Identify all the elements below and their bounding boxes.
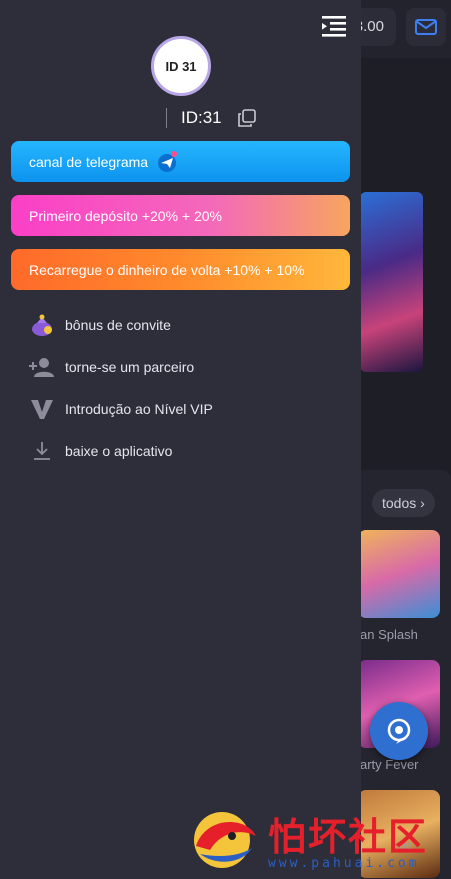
recharge-cashback-button[interactable]: Recarregue o dinheiro de volta +10% + 10… — [11, 249, 350, 290]
add-user-icon — [29, 354, 55, 380]
menu-label: baixe o aplicativo — [65, 443, 173, 459]
collapse-menu-button[interactable] — [320, 14, 348, 38]
first-deposit-bonus-button[interactable]: Primeiro depósito +20% + 20% — [11, 195, 350, 236]
menu-item-download-app[interactable]: baixe o aplicativo — [29, 437, 172, 465]
watermark-url: www.pahuai.com — [268, 856, 420, 871]
game-card[interactable] — [358, 530, 440, 618]
support-chat-button[interactable] — [370, 702, 428, 760]
avatar-text: ID 31 — [165, 58, 197, 74]
side-drawer: ID 31 ID:31 canal de telegrama Primeiro … — [0, 0, 361, 879]
vip-icon — [29, 396, 55, 422]
chevron-right-icon: › — [416, 495, 425, 511]
copy-icon[interactable] — [237, 109, 256, 127]
promo-banner[interactable] — [360, 192, 423, 372]
watermark-text: 怕坏社区 — [268, 815, 429, 859]
deposit-label: Primeiro depósito +20% + 20% — [29, 207, 222, 224]
menu-item-vip-intro[interactable]: Introdução ao Nível VIP — [29, 395, 213, 423]
telegram-icon — [156, 150, 178, 173]
mail-icon — [415, 19, 437, 35]
menu-label: torne-se um parceiro — [65, 359, 195, 375]
see-all-label: todos — [382, 495, 417, 511]
telegram-channel-button[interactable]: canal de telegrama — [11, 141, 350, 182]
menu-collapse-icon — [322, 16, 346, 37]
watermark-logo-icon — [194, 812, 256, 868]
user-id-row: ID:31 — [166, 106, 256, 130]
game-title: an Splash — [360, 627, 418, 642]
user-id: ID:31 — [181, 108, 222, 127]
avatar[interactable]: ID 31 — [151, 36, 211, 96]
chat-icon — [387, 718, 411, 744]
gift-bag-icon — [29, 312, 55, 338]
watermark: 怕坏社区 www.pahuai.com — [186, 806, 446, 874]
recharge-label: Recarregue o dinheiro de volta +10% + 10… — [29, 261, 305, 278]
menu-item-become-partner[interactable]: torne-se um parceiro — [29, 353, 194, 381]
mail-button[interactable] — [406, 8, 446, 46]
game-title: arty Fever — [360, 757, 419, 772]
menu-label: bônus de convite — [65, 317, 171, 333]
menu-label: Introdução ao Nível VIP — [65, 401, 213, 417]
see-all-button[interactable]: todos › — [372, 489, 435, 517]
download-icon — [29, 438, 55, 464]
divider — [166, 108, 167, 128]
menu-item-invite-bonus[interactable]: bônus de convite — [29, 311, 171, 339]
telegram-label: canal de telegrama — [29, 153, 149, 170]
